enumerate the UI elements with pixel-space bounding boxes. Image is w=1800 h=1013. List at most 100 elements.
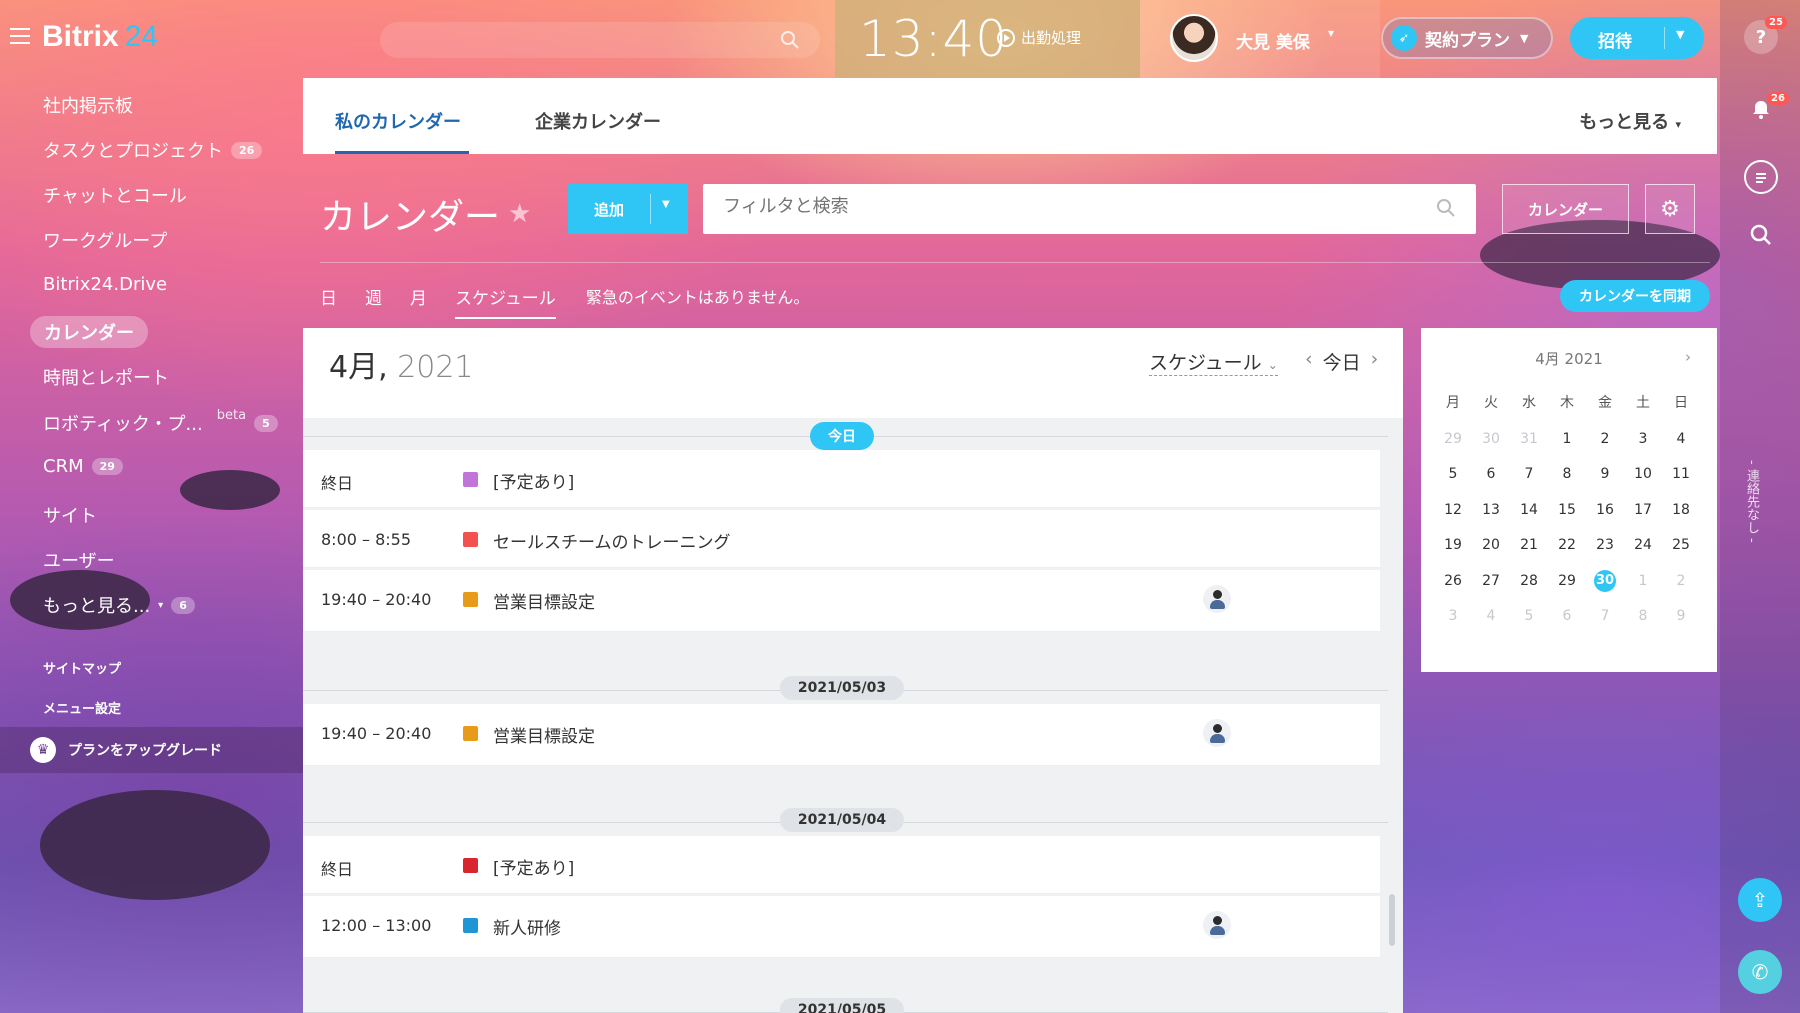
work-time-widget[interactable]: 13:40 出勤処理 (835, 0, 1140, 78)
invite-button[interactable]: 招待 ▼ (1570, 17, 1704, 59)
logo[interactable]: Bitrix 24 (42, 20, 158, 54)
sidebar-item-feed[interactable]: 社内掲示板 (43, 92, 133, 118)
mini-calendar-day[interactable]: 3 (1624, 421, 1662, 457)
mini-calendar-day[interactable]: 8 (1624, 599, 1662, 635)
view-month[interactable]: 月 (410, 284, 427, 319)
mini-calendar-day[interactable]: 10 (1624, 457, 1662, 493)
menu-settings-link[interactable]: メニュー設定 (43, 698, 121, 717)
mini-calendar-day[interactable]: 11 (1662, 457, 1700, 493)
mini-calendar-day[interactable]: 20 (1472, 528, 1510, 564)
mini-calendar-day[interactable]: 9 (1586, 457, 1624, 493)
mini-calendar-day[interactable]: 5 (1434, 457, 1472, 493)
today-button[interactable]: 今日 (1323, 348, 1361, 375)
event-row[interactable]: 12:00 – 13:00 新人研修 (303, 896, 1380, 958)
phone-icon[interactable]: ✆ (1738, 950, 1782, 994)
sidebar-item-time-reports[interactable]: 時間とレポート (43, 364, 169, 390)
event-row[interactable]: 19:40 – 20:40 営業目標設定 (303, 704, 1380, 766)
event-row[interactable]: 19:40 – 20:40 営業目標設定 (303, 570, 1380, 632)
mini-calendar-day[interactable]: 28 (1510, 563, 1548, 599)
mini-calendar-day[interactable]: 2 (1586, 421, 1624, 457)
mini-calendar-day[interactable]: 1 (1548, 421, 1586, 457)
star-icon[interactable]: ★ (508, 199, 531, 229)
mini-calendar-day[interactable]: 6 (1548, 599, 1586, 635)
mini-calendar-day[interactable]: 8 (1548, 457, 1586, 493)
chat-list-icon[interactable] (1744, 160, 1778, 194)
sidebar-item-crm[interactable]: CRM 29 (43, 456, 123, 477)
search-input[interactable] (723, 196, 1403, 217)
mini-calendar-day[interactable]: 17 (1624, 492, 1662, 528)
mini-calendar-day[interactable]: 25 (1662, 528, 1700, 564)
mini-calendar-day[interactable]: 9 (1662, 599, 1700, 635)
mini-calendar-day[interactable]: 31 (1510, 421, 1548, 457)
mini-calendar-day[interactable]: 13 (1472, 492, 1510, 528)
mini-calendar-day[interactable]: 30 (1472, 421, 1510, 457)
mini-calendar-day[interactable]: 29 (1548, 563, 1586, 599)
mini-calendar-day[interactable]: 18 (1662, 492, 1700, 528)
search-icon[interactable] (1744, 218, 1778, 252)
mini-calendar-day[interactable]: 27 (1472, 563, 1510, 599)
mini-calendar-day[interactable]: 2 (1662, 563, 1700, 599)
more-tabs-link[interactable]: もっと見る ▾ (1579, 108, 1681, 134)
mini-calendar-day[interactable]: 14 (1510, 492, 1548, 528)
mini-calendar-day[interactable]: 23 (1586, 528, 1624, 564)
user-menu[interactable]: 大見 美保 ▾ (1140, 0, 1380, 78)
mini-calendar-day[interactable]: 7 (1586, 599, 1624, 635)
view-schedule[interactable]: スケジュール (455, 284, 556, 319)
mini-calendar-day[interactable]: 4 (1472, 599, 1510, 635)
filter-search[interactable] (703, 184, 1476, 234)
mini-calendar-day[interactable]: 22 (1548, 528, 1586, 564)
mini-calendar-day[interactable]: 7 (1510, 457, 1548, 493)
tab-my-calendar[interactable]: 私のカレンダー (335, 108, 461, 134)
clock-in-button[interactable]: 出勤処理 (997, 27, 1081, 48)
tab-company-calendar[interactable]: 企業カレンダー (535, 108, 661, 134)
search-icon[interactable] (1436, 198, 1456, 222)
attendee-avatar[interactable] (1203, 719, 1231, 747)
event-row[interactable]: 終日 [予定あり] (303, 836, 1380, 894)
plan-button[interactable]: ➶ 契約プラン ▼ (1381, 17, 1553, 59)
sidebar-item-more[interactable]: もっと見る... ▾ 6 (43, 592, 195, 618)
event-row[interactable]: 終日 [予定あり] (303, 450, 1380, 508)
mini-calendar-day[interactable]: 12 (1434, 492, 1472, 528)
menu-icon[interactable] (10, 28, 30, 44)
sidebar-item-users[interactable]: ユーザー (43, 547, 115, 573)
sidebar-item-chat[interactable]: チャットとコール (43, 182, 187, 208)
mini-calendar-day[interactable]: 29 (1434, 421, 1472, 457)
mini-calendar-day[interactable]: 30 (1586, 563, 1624, 599)
attendee-avatar[interactable] (1203, 911, 1231, 939)
scrollbar[interactable] (1389, 894, 1395, 946)
chevron-down-icon[interactable]: ▼ (662, 199, 670, 210)
view-day[interactable]: 日 (320, 284, 337, 319)
mini-calendar-day[interactable]: 1 (1624, 563, 1662, 599)
view-select[interactable]: スケジュール ⌄ (1149, 348, 1278, 376)
mini-calendar-day[interactable]: 16 (1586, 492, 1624, 528)
event-row[interactable]: 8:00 – 8:55 セールスチームのトレーニング (303, 510, 1380, 568)
view-week[interactable]: 週 (365, 284, 382, 319)
sidebar-item-drive[interactable]: Bitrix24.Drive (43, 274, 167, 295)
add-event-button[interactable]: 追加 ▼ (568, 184, 688, 234)
calendars-button[interactable]: カレンダー (1502, 184, 1629, 234)
mini-calendar-day[interactable]: 3 (1434, 599, 1472, 635)
chevron-left-icon[interactable]: ‹ (1305, 348, 1313, 375)
sidebar-item-sites[interactable]: サイト (43, 502, 97, 528)
chevron-right-icon[interactable]: › (1371, 348, 1379, 375)
mini-calendar-day[interactable]: 19 (1434, 528, 1472, 564)
mini-calendar-day[interactable]: 24 (1624, 528, 1662, 564)
global-search[interactable] (380, 22, 820, 58)
sidebar-item-calendar[interactable]: カレンダー (30, 316, 148, 348)
gear-icon[interactable]: ⚙ (1645, 184, 1695, 234)
mini-calendar-day[interactable]: 4 (1662, 421, 1700, 457)
sync-calendar-button[interactable]: カレンダーを同期 (1560, 280, 1710, 312)
attendee-avatar[interactable] (1203, 585, 1231, 613)
sidebar-item-rpa[interactable]: ロボティック・プ... beta 5 (43, 408, 278, 436)
mini-calendar-day[interactable]: 6 (1472, 457, 1510, 493)
mini-calendar-day[interactable]: 26 (1434, 563, 1472, 599)
phone-transfer-icon[interactable]: ⇪ (1738, 878, 1782, 922)
sidebar-item-workgroups[interactable]: ワークグループ (43, 227, 167, 253)
mini-calendar-day[interactable]: 21 (1510, 528, 1548, 564)
upgrade-plan-button[interactable]: ♛ プランをアップグレード (0, 727, 303, 773)
mini-calendar-day[interactable]: 15 (1548, 492, 1586, 528)
chevron-right-icon[interactable]: › (1685, 348, 1691, 366)
mini-calendar-day[interactable]: 5 (1510, 599, 1548, 635)
sidebar-item-tasks[interactable]: タスクとプロジェクト 26 (43, 137, 263, 163)
sitemap-link[interactable]: サイトマップ (43, 658, 121, 677)
